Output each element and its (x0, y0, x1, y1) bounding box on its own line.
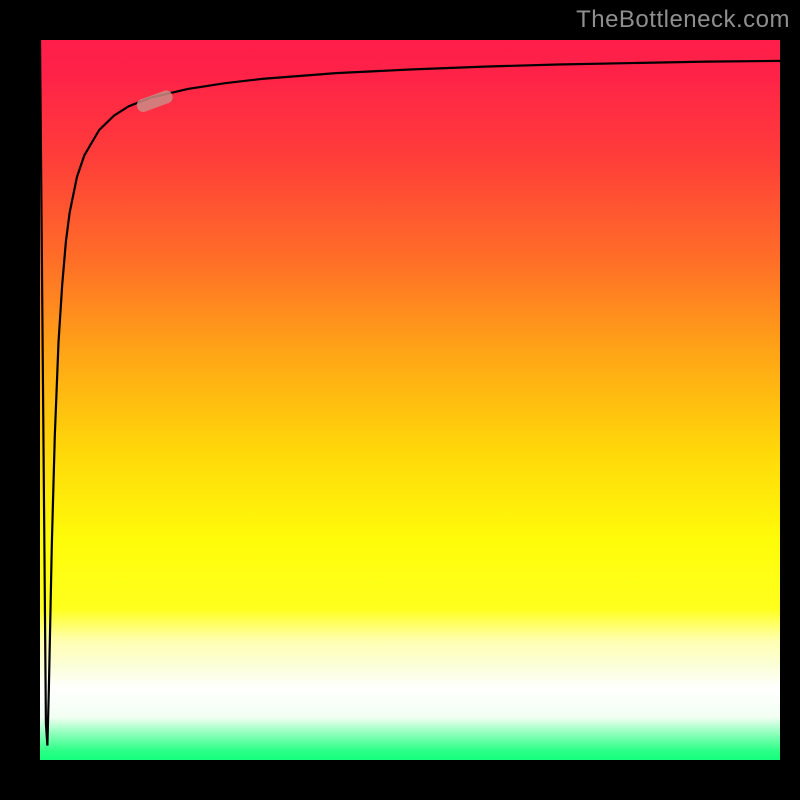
curve-marker (135, 89, 174, 114)
curve-svg (40, 40, 780, 760)
chart-frame: TheBottleneck.com (0, 0, 800, 800)
marker-pill (135, 89, 174, 114)
bottleneck-curve (40, 40, 780, 746)
watermark-text: TheBottleneck.com (576, 6, 790, 34)
plot-area (40, 40, 780, 760)
